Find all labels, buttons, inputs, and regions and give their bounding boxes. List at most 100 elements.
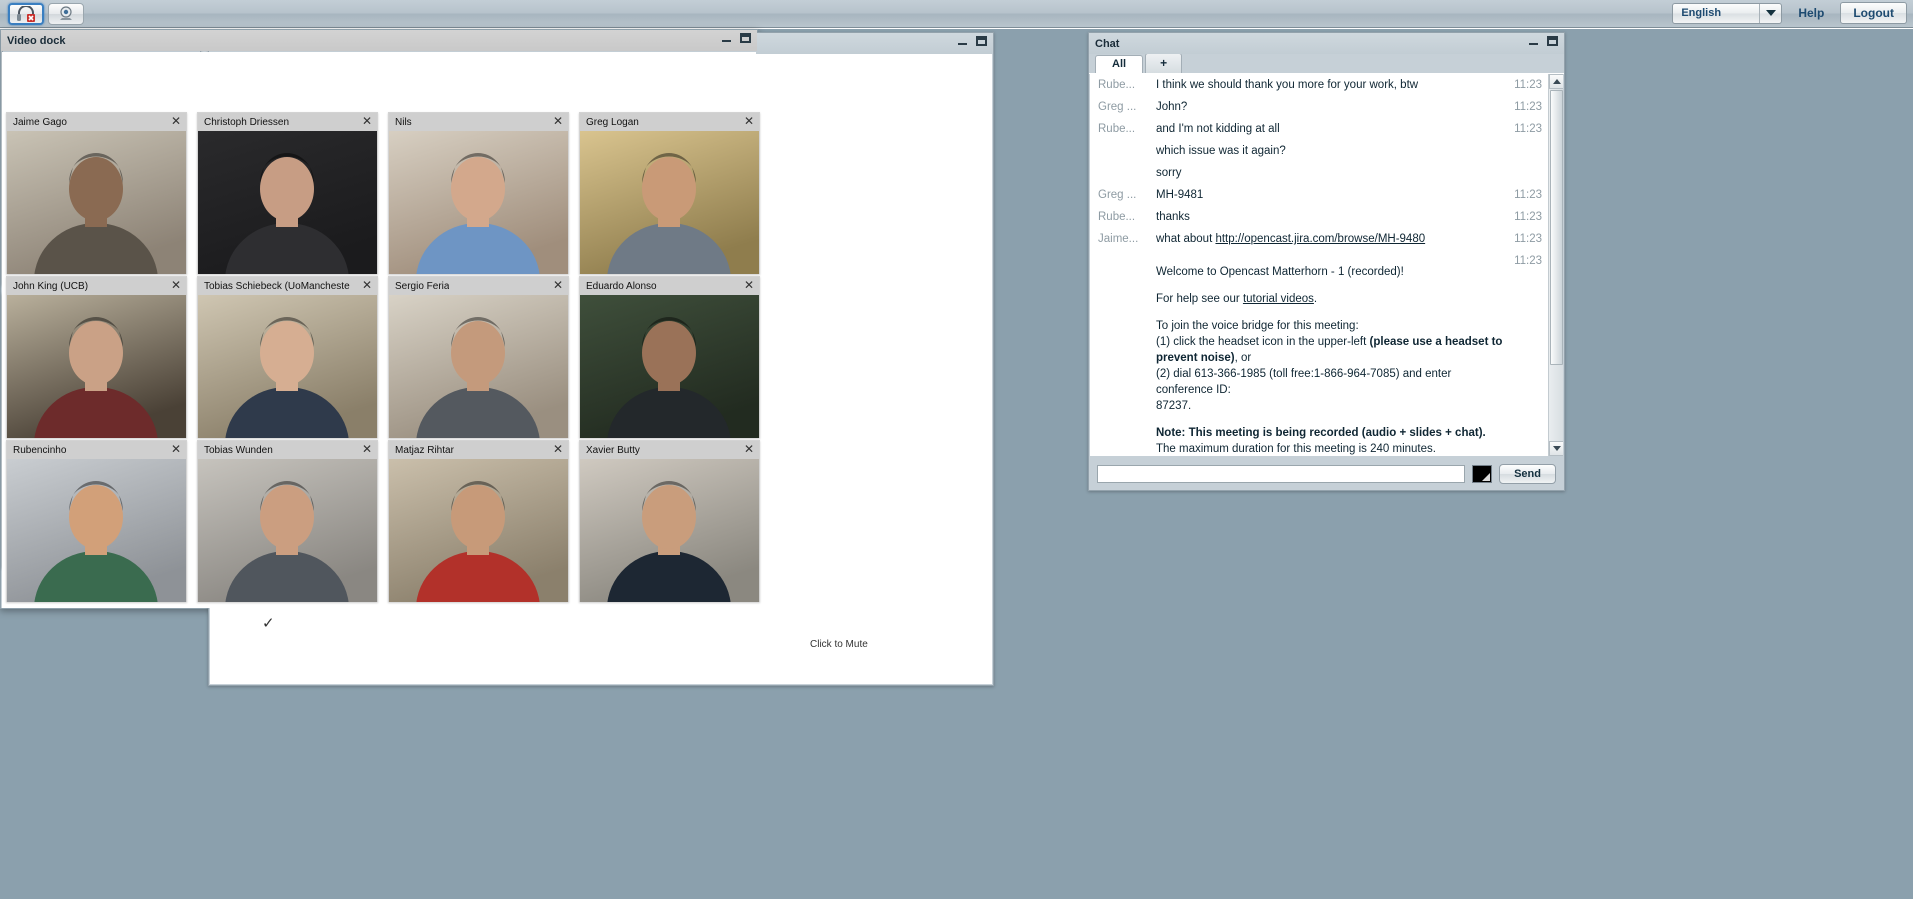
chat-message-time: 11:23	[1514, 189, 1542, 201]
close-icon[interactable]: ✕	[744, 115, 754, 128]
video-dock-title: Video dock	[7, 34, 66, 47]
chat-message-sender: Rube...	[1098, 79, 1136, 91]
slide-check-2: ✓	[262, 615, 275, 632]
video-tile-titlebar: Christoph Driessen ✕	[198, 113, 377, 131]
minimize-icon[interactable]	[1529, 36, 1539, 46]
chat-message-sender: Greg ...	[1098, 189, 1137, 201]
maximize-icon[interactable]	[976, 36, 987, 46]
chat-message-time: 11:23	[1514, 233, 1542, 245]
video-frame	[198, 131, 377, 274]
video-stream	[580, 459, 759, 602]
video-stream	[580, 295, 759, 438]
logout-button[interactable]: Logout	[1840, 2, 1907, 24]
chat-link[interactable]: http://opencast.jira.com/browse/MH-9480	[1215, 233, 1425, 245]
scroll-up-icon[interactable]	[1549, 74, 1563, 89]
video-tile[interactable]: Matjaz Rihtar ✕	[388, 440, 569, 602]
tab-add[interactable]: +	[1145, 53, 1183, 73]
video-dock-titlebar: Video dock	[1, 30, 757, 51]
welcome-line-2: For help see our tutorial videos.	[1156, 293, 1318, 305]
video-tile-name: Christoph Driessen	[204, 116, 290, 128]
language-select[interactable]: English	[1672, 2, 1783, 24]
minimize-icon[interactable]	[958, 36, 968, 46]
webcam-icon-button[interactable]	[48, 3, 84, 25]
video-tile[interactable]: Greg Logan ✕	[579, 112, 760, 274]
chat-tabs: All +	[1089, 53, 1564, 74]
chat-message-text: sorry	[1156, 167, 1182, 179]
close-icon[interactable]: ✕	[362, 279, 372, 292]
video-stream	[198, 295, 377, 438]
headset-muted-icon-button[interactable]	[8, 3, 44, 25]
close-icon[interactable]: ✕	[171, 115, 181, 128]
close-icon[interactable]: ✕	[171, 443, 181, 456]
chat-message-text: and I'm not kidding at all	[1156, 123, 1280, 135]
close-icon[interactable]: ✕	[171, 279, 181, 292]
video-tile[interactable]: Xavier Butty ✕	[579, 440, 760, 602]
video-tile-name: Sergio Feria	[395, 280, 450, 292]
close-icon[interactable]: ✕	[744, 443, 754, 456]
chat-title: Chat	[1095, 37, 1120, 50]
minimize-icon[interactable]	[722, 33, 732, 43]
video-tile-name: Eduardo Alonso	[586, 280, 657, 292]
chat-message-sender	[1098, 253, 1156, 456]
video-tile[interactable]: Eduardo Alonso ✕	[579, 276, 760, 438]
tab-all[interactable]: All	[1095, 55, 1144, 73]
video-tile[interactable]: John King (UCB) ✕	[6, 276, 187, 438]
close-icon[interactable]: ✕	[362, 443, 372, 456]
video-tile-titlebar: Tobias Schiebeck (UoMancheste ✕	[198, 277, 377, 295]
desktop-background: Users: 20 Role Name Status Andy Wasklewi…	[0, 29, 1913, 899]
chat-message: Rube... and I'm not kidding at all 11:23	[1090, 118, 1548, 140]
chat-message-time: 11:23	[1514, 255, 1542, 267]
scroll-down-icon[interactable]	[1549, 441, 1563, 456]
close-icon[interactable]: ✕	[362, 115, 372, 128]
maximize-icon[interactable]	[1547, 36, 1558, 46]
video-tile-titlebar: Eduardo Alonso ✕	[580, 277, 759, 295]
video-tile-name: Matjaz Rihtar	[395, 444, 454, 456]
video-tile-name: Greg Logan	[586, 116, 639, 128]
video-tile[interactable]: Tobias Wunden ✕	[197, 440, 378, 602]
close-icon[interactable]: ✕	[744, 279, 754, 292]
chat-message-text: MH-9481	[1156, 189, 1204, 201]
tutorial-videos-link[interactable]: tutorial videos	[1243, 293, 1314, 305]
video-frame	[580, 295, 759, 438]
close-icon[interactable]: ✕	[553, 115, 563, 128]
video-frame	[198, 295, 377, 438]
scrollbar-thumb[interactable]	[1550, 90, 1563, 365]
close-icon[interactable]: ✕	[553, 279, 563, 292]
video-frame	[7, 459, 186, 602]
video-tile[interactable]: Nils ✕	[388, 112, 569, 274]
video-stream	[389, 131, 568, 274]
chat-message: Rube... thanks 11:23	[1090, 206, 1548, 228]
video-dock-window: Video dock Jaime Gago ✕ Christoph Driessen…	[0, 29, 760, 609]
chat-scrollbar[interactable]	[1548, 74, 1563, 456]
close-icon[interactable]: ✕	[553, 443, 563, 456]
chevron-down-icon[interactable]	[1759, 3, 1781, 23]
video-tile-name: Tobias Schiebeck (UoMancheste	[204, 280, 350, 292]
chat-message: Jaime... what about http://opencast.jira.…	[1090, 228, 1548, 250]
video-tile[interactable]: Christoph Driessen ✕	[197, 112, 378, 274]
video-dock-body: Jaime Gago ✕ Christoph Driessen ✕ Nils ✕ Greg …	[2, 52, 760, 608]
send-button[interactable]: Send	[1499, 463, 1556, 484]
chat-message-sender	[1098, 165, 1156, 181]
video-tile[interactable]: Sergio Feria ✕	[388, 276, 569, 438]
webcam-icon	[60, 6, 72, 20]
chat-window: Chat All + Rube... I think we should than…	[1088, 32, 1565, 491]
welcome-line-1: Welcome to Opencast Matterhorn - 1 (reco…	[1156, 266, 1404, 278]
welcome-line-6: (2) dial 613-366-1985 (toll free:1-866-9…	[1156, 368, 1452, 396]
chat-message-time: 11:23	[1514, 79, 1542, 91]
video-tile-name: Xavier Butty	[586, 444, 640, 456]
maximize-icon[interactable]	[740, 33, 751, 43]
video-tile-titlebar: Jaime Gago ✕	[7, 113, 186, 131]
chat-message: Greg ... John? 11:23	[1090, 96, 1548, 118]
video-stream	[7, 459, 186, 602]
video-tile[interactable]: Rubencinho ✕	[6, 440, 187, 602]
video-tile[interactable]: Tobias Schiebeck (UoMancheste ✕	[197, 276, 378, 438]
chat-message-time	[1512, 165, 1548, 181]
help-link[interactable]: Help	[1792, 4, 1830, 22]
video-tile-name: Rubencinho	[13, 444, 67, 456]
chat-message-time: 11:23	[1514, 123, 1542, 135]
chat-color-picker[interactable]	[1472, 464, 1493, 483]
video-frame	[580, 131, 759, 274]
chat-input[interactable]	[1097, 464, 1466, 483]
video-tile-name: Jaime Gago	[13, 116, 67, 128]
video-tile[interactable]: Jaime Gago ✕	[6, 112, 187, 274]
